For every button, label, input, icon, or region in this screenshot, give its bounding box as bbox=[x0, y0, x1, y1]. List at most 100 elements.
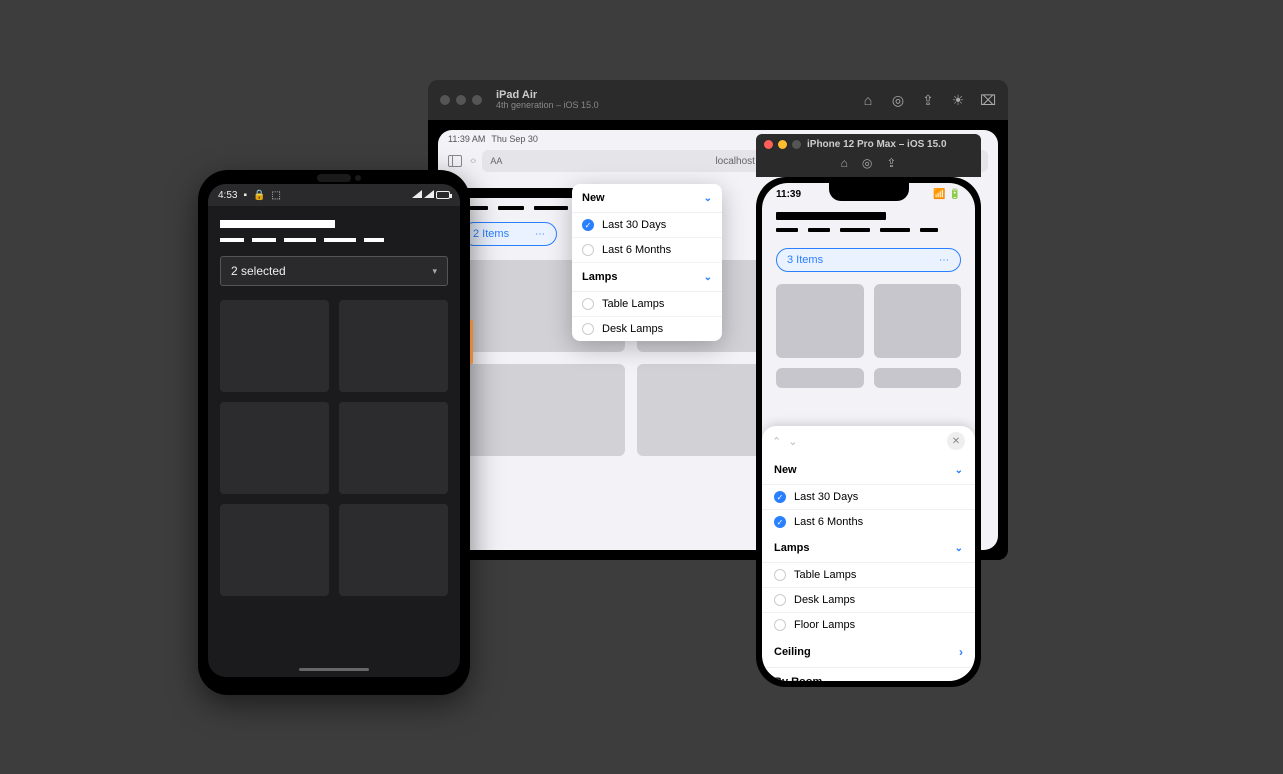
product-card[interactable] bbox=[220, 402, 329, 494]
iphone-time: 11:39 bbox=[776, 189, 801, 200]
filter-section-lamps[interactable]: Lamps ⌄ bbox=[572, 263, 722, 292]
checkmark-icon: ✓ bbox=[774, 516, 786, 528]
chevron-down-icon: ⌄ bbox=[955, 677, 963, 682]
filter-option-desk-lamps[interactable]: Desk Lamps bbox=[572, 317, 722, 341]
caret-down-icon: ▾ bbox=[432, 266, 437, 277]
notification-icon: ▪ bbox=[243, 190, 247, 201]
battery-icon bbox=[436, 191, 450, 199]
chevron-right-icon: › bbox=[959, 645, 963, 659]
signal-icon bbox=[412, 190, 422, 201]
signal-icon bbox=[424, 190, 434, 201]
filter-count: 3 Items bbox=[787, 254, 823, 266]
sidebar-toggle-icon[interactable] bbox=[448, 155, 462, 167]
android-screen: 4:53 ▪ 🔒 ⬚ 2 selected ▾ bbox=[208, 184, 460, 677]
traffic-lights bbox=[440, 95, 482, 105]
filter-section-lamps[interactable]: Lamps ⌄ bbox=[762, 534, 975, 562]
filter-popover: New ⌄ ✓ Last 30 Days Last 6 Months Lamps… bbox=[572, 184, 722, 341]
chevron-down-icon: ⌄ bbox=[955, 543, 963, 554]
status-indicators: 📶 🔋 bbox=[933, 189, 961, 200]
checkmark-icon: ✓ bbox=[774, 491, 786, 503]
ipad-sim-titlebar: iPad Air 4th generation – iOS 15.0 ⌂ ◎ ⇪… bbox=[428, 80, 1008, 120]
filter-section-by-room[interactable]: By Room ⌄ bbox=[762, 667, 975, 681]
lock-icon: 🔒 bbox=[253, 190, 265, 201]
nav-back-forward[interactable]: ‹ › bbox=[470, 155, 474, 167]
filter-select[interactable]: 2 selected ▾ bbox=[220, 256, 448, 286]
iphone-device-frame: 11:39 📶 🔋 3 Items ⋯ bbox=[756, 177, 981, 687]
filter-count: 2 Items bbox=[473, 228, 509, 240]
rotate-icon[interactable]: ⌧ bbox=[980, 92, 996, 109]
android-speaker bbox=[317, 174, 351, 182]
page-title-redacted bbox=[776, 212, 886, 220]
product-card[interactable] bbox=[462, 364, 625, 456]
filter-option-table-lamps[interactable]: Table Lamps bbox=[572, 292, 722, 317]
page-title-redacted bbox=[462, 188, 582, 198]
sheet-close-button[interactable]: ✕ bbox=[947, 432, 965, 450]
android-power-button bbox=[470, 320, 473, 364]
chevron-down-icon: ⌄ bbox=[704, 193, 712, 204]
filter-option-desk-lamps[interactable]: Desk Lamps bbox=[762, 587, 975, 612]
ipad-time: 11:39 AM bbox=[448, 134, 485, 144]
home-icon[interactable]: ⌂ bbox=[860, 92, 876, 109]
iphone-simulator-window: iPhone 12 Pro Max – iOS 15.0 ⌂ ◎ ⇪ 11:39… bbox=[756, 134, 981, 687]
radio-icon bbox=[774, 594, 786, 606]
sheet-header: ⌃ ⌄ ✕ bbox=[762, 426, 975, 456]
filter-section-new[interactable]: New ⌄ bbox=[572, 184, 722, 213]
sheet-prev-icon[interactable]: ⌃ bbox=[772, 436, 781, 448]
product-card[interactable] bbox=[220, 504, 329, 596]
traffic-minimize[interactable] bbox=[778, 140, 787, 149]
product-card[interactable] bbox=[339, 300, 448, 392]
product-card[interactable] bbox=[339, 402, 448, 494]
product-card[interactable] bbox=[874, 368, 962, 388]
chevron-down-icon: ⌄ bbox=[955, 465, 963, 476]
android-statusbar: 4:53 ▪ 🔒 ⬚ bbox=[208, 184, 460, 206]
product-card[interactable] bbox=[776, 284, 864, 358]
page-title-redacted bbox=[220, 220, 335, 228]
more-icon: ⋯ bbox=[535, 229, 546, 240]
appearance-icon[interactable]: ☀ bbox=[950, 92, 966, 109]
android-home-indicator[interactable] bbox=[299, 668, 369, 671]
traffic-close[interactable] bbox=[440, 95, 450, 105]
filter-option-last-30-days[interactable]: ✓ Last 30 Days bbox=[762, 484, 975, 509]
traffic-minimize[interactable] bbox=[456, 95, 466, 105]
filter-section-new[interactable]: New ⌄ bbox=[762, 456, 975, 484]
iphone-sim-title: iPhone 12 Pro Max – iOS 15.0 bbox=[807, 139, 947, 150]
filter-option-last-6-months[interactable]: Last 6 Months bbox=[572, 238, 722, 263]
traffic-zoom[interactable] bbox=[792, 140, 801, 149]
filter-option-last-30-days[interactable]: ✓ Last 30 Days bbox=[572, 213, 722, 238]
product-card[interactable] bbox=[339, 504, 448, 596]
product-card[interactable] bbox=[776, 368, 864, 388]
radio-icon bbox=[774, 619, 786, 631]
share-icon[interactable]: ⇪ bbox=[920, 92, 936, 109]
filter-option-table-lamps[interactable]: Table Lamps bbox=[762, 562, 975, 587]
filter-option-last-6-months[interactable]: ✓ Last 6 Months bbox=[762, 509, 975, 534]
url-text: localhost bbox=[715, 156, 754, 167]
product-card[interactable] bbox=[874, 284, 962, 358]
notification-icon: ⬚ bbox=[271, 190, 280, 201]
share-icon[interactable]: ⇪ bbox=[886, 156, 896, 170]
product-grid bbox=[220, 300, 448, 596]
iphone-screen: 11:39 📶 🔋 3 Items ⋯ bbox=[762, 183, 975, 681]
iphone-notch bbox=[829, 183, 909, 201]
product-grid bbox=[776, 284, 961, 388]
traffic-close[interactable] bbox=[764, 140, 773, 149]
screenshot-icon[interactable]: ◎ bbox=[862, 156, 872, 170]
filter-section-ceiling[interactable]: Ceiling › bbox=[762, 637, 975, 667]
active-filters-pill[interactable]: 3 Items ⋯ bbox=[776, 248, 961, 272]
radio-icon bbox=[774, 569, 786, 581]
radio-icon bbox=[582, 244, 594, 256]
screenshot-icon[interactable]: ◎ bbox=[890, 92, 906, 109]
select-label: 2 selected bbox=[231, 264, 286, 278]
android-time: 4:53 bbox=[218, 190, 237, 201]
active-filters-pill[interactable]: 2 Items ⋯ bbox=[462, 222, 557, 246]
traffic-zoom[interactable] bbox=[472, 95, 482, 105]
category-tabs-redacted bbox=[220, 238, 448, 242]
checkmark-icon: ✓ bbox=[582, 219, 594, 231]
home-icon[interactable]: ⌂ bbox=[841, 156, 848, 170]
radio-icon bbox=[582, 323, 594, 335]
product-card[interactable] bbox=[220, 300, 329, 392]
radio-icon bbox=[582, 298, 594, 310]
sheet-next-icon[interactable]: ⌄ bbox=[788, 436, 797, 448]
filter-option-floor-lamps[interactable]: Floor Lamps bbox=[762, 612, 975, 637]
traffic-lights bbox=[764, 140, 801, 149]
text-size-icon[interactable]: AA bbox=[490, 156, 502, 166]
